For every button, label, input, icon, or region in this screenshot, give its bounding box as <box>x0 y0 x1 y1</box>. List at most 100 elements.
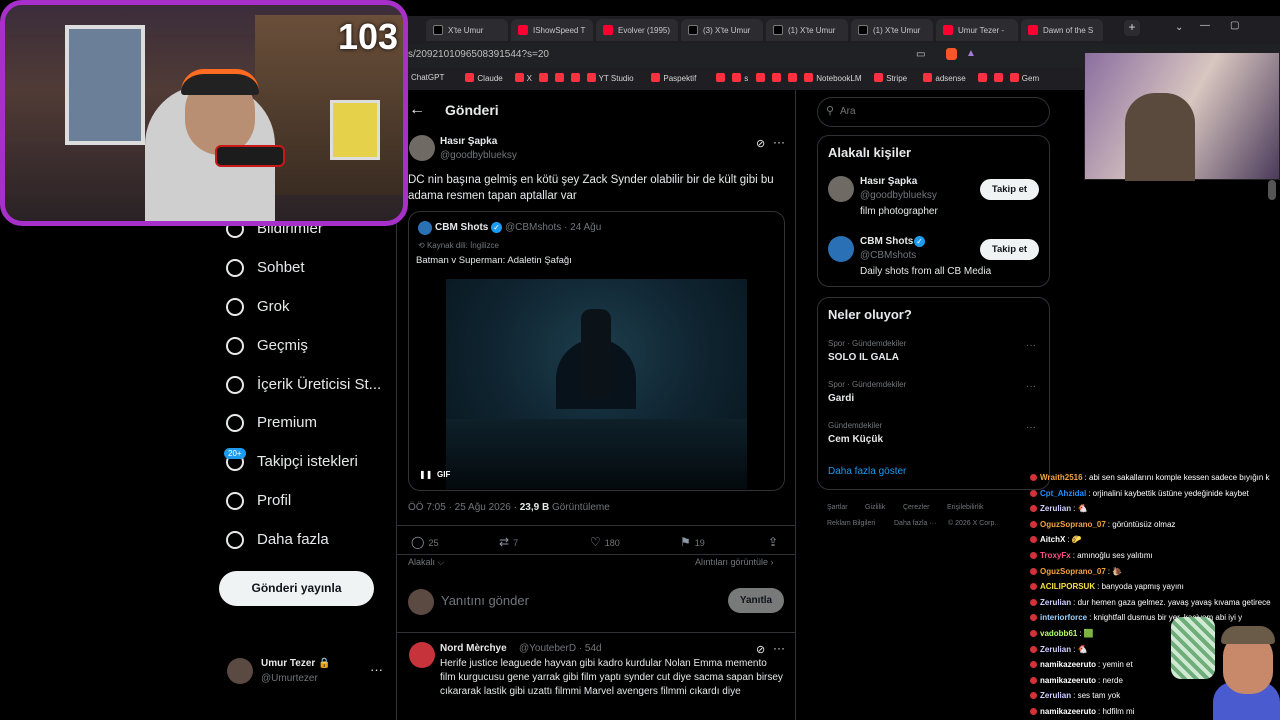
search-placeholder[interactable]: Ara <box>840 106 856 117</box>
view-quotes-link[interactable]: Alıntıları görüntüle › <box>695 557 774 567</box>
footer-link[interactable]: Şartlar <box>827 504 848 511</box>
browser-tab[interactable]: Evolver (1995) <box>596 19 678 41</box>
account-handle[interactable]: @Umurtezer <box>261 673 318 684</box>
bookmark-item[interactable] <box>788 73 800 83</box>
reply-more-icon[interactable]: ··· <box>773 641 785 655</box>
browser-tab[interactable]: X'te Umur <box>426 19 508 41</box>
bookmark-item[interactable]: Stripe <box>874 73 907 83</box>
chat-username[interactable]: OguzSoprano_07 <box>1040 520 1106 529</box>
bookmark-item[interactable]: NotebookLM <box>804 73 862 83</box>
trend-item[interactable]: Gündemdekiler Cem Küçük <box>828 421 883 445</box>
like-action[interactable]: ♡ 180 <box>590 535 620 549</box>
follow-button[interactable]: Takip et <box>980 179 1039 200</box>
reply-button[interactable]: Yanıtla <box>728 588 784 613</box>
bookmark-item[interactable]: Claude <box>465 73 503 83</box>
browser-tab[interactable]: (1) X'te Umur <box>766 19 848 41</box>
bookmark-item[interactable]: YT Studio <box>586 73 634 83</box>
share-action[interactable]: ⇪ <box>768 535 782 549</box>
browser-tab[interactable]: Umur Tezer - <box>936 19 1018 41</box>
footer-link[interactable]: Gizlilik <box>865 504 885 511</box>
quoted-name[interactable]: CBM Shots <box>435 222 488 233</box>
new-tab-button[interactable]: + <box>1124 20 1140 36</box>
url-text[interactable]: s/2092101096508391544?s=20 <box>408 49 549 60</box>
reply-author-avatar[interactable] <box>409 642 435 668</box>
follow-button[interactable]: Takip et <box>980 239 1039 260</box>
author-handle[interactable]: @goodbyblueksy <box>440 150 517 161</box>
brave-shield-icon[interactable] <box>946 48 957 60</box>
grok-icon[interactable]: ⊘ <box>756 643 765 656</box>
chat-username[interactable]: ACILIPORSUK <box>1040 582 1095 591</box>
quoted-avatar[interactable] <box>418 221 432 235</box>
repost-action[interactable]: ⇄ 7 <box>499 535 518 549</box>
scrollbar[interactable] <box>1268 180 1276 200</box>
chat-username[interactable]: vadobb61 <box>1040 629 1077 638</box>
trend-item[interactable]: Spor · Gündemdekiler Gardi <box>828 380 906 404</box>
bookmark-item[interactable] <box>554 73 567 83</box>
chat-username[interactable]: interiorforce <box>1040 613 1087 622</box>
chat-username[interactable]: Zerulian <box>1040 504 1071 513</box>
chat-username[interactable]: Wraith2516 <box>1040 473 1083 482</box>
chat-username[interactable]: namikazeeruto <box>1040 676 1096 685</box>
bookmark-item[interactable] <box>570 73 583 83</box>
browser-tab[interactable]: (1) X'te Umur <box>851 19 933 41</box>
footer-link[interactable]: Erişilebilirlik <box>947 504 984 511</box>
reply-action[interactable]: ◯ 25 <box>411 535 438 549</box>
quoted-gif[interactable] <box>446 279 747 489</box>
bookmark-item[interactable] <box>772 73 784 83</box>
cast-icon[interactable]: ▭ <box>916 49 925 60</box>
chat-username[interactable]: namikazeeruto <box>1040 660 1096 669</box>
bookmark-item[interactable] <box>538 73 551 83</box>
bookmark-action[interactable]: ⚑ 19 <box>680 535 705 549</box>
sort-replies-dropdown[interactable]: Alakalı ⌵ <box>408 557 444 568</box>
chat-username[interactable]: Zerulian <box>1040 598 1071 607</box>
bookmark-item[interactable] <box>977 73 990 83</box>
tab-search-icon[interactable]: ⌄ <box>1175 22 1183 33</box>
trend-more-icon[interactable]: ··· <box>1026 422 1036 433</box>
bookmark-item[interactable] <box>716 73 728 83</box>
footer-link[interactable]: Daha fazla ··· <box>894 520 936 527</box>
chat-username[interactable]: OguzSoprano_07 <box>1040 567 1106 576</box>
trend-more-icon[interactable]: ··· <box>1026 340 1036 351</box>
person-avatar[interactable] <box>828 176 854 202</box>
bookmark-item[interactable] <box>993 73 1006 83</box>
account-name[interactable]: Umur Tezer 🔒 <box>261 658 331 669</box>
author-name[interactable]: Hasır Şapka <box>440 136 497 147</box>
reply-input[interactable]: Yanıtını gönder <box>441 593 529 608</box>
reply-author-name[interactable]: Nord Mèrchye <box>440 643 507 654</box>
post-button[interactable]: Gönderi yayınla <box>219 571 374 606</box>
show-more-link[interactable]: Daha fazla göster <box>828 466 906 477</box>
account-avatar[interactable] <box>227 658 253 684</box>
minimize-icon[interactable]: — <box>1200 20 1210 31</box>
account-more-icon[interactable]: ··· <box>370 662 383 677</box>
bookmark-item[interactable] <box>756 73 768 83</box>
author-avatar[interactable] <box>409 135 435 161</box>
post-more-icon[interactable]: ··· <box>773 135 785 149</box>
chat-username[interactable]: Zerulian <box>1040 691 1071 700</box>
browser-tab[interactable]: IShowSpeed T <box>511 19 593 41</box>
bookmark-item[interactable]: X <box>514 73 532 83</box>
trend-item[interactable]: Spor · Gündemdekiler SOLO IL GALA <box>828 339 906 363</box>
person-name[interactable]: Hasır Şapka <box>860 176 917 187</box>
chat-username[interactable]: AitchX <box>1040 535 1065 544</box>
brave-rewards-icon[interactable]: ▲ <box>966 48 976 59</box>
person-name[interactable]: CBM Shots <box>860 236 913 247</box>
chat-username[interactable]: Zerulian <box>1040 645 1071 654</box>
person-avatar[interactable] <box>828 236 854 262</box>
browser-tab[interactable]: (3) X'te Umur <box>681 19 763 41</box>
back-arrow-icon[interactable]: ← <box>409 101 425 119</box>
bookmark-item[interactable]: Paspektif <box>651 73 696 83</box>
bookmark-item[interactable]: s <box>732 73 748 83</box>
grok-icon[interactable]: ⊘ <box>756 137 765 150</box>
browser-tab[interactable]: Dawn of the S <box>1021 19 1103 41</box>
footer-link[interactable]: Çerezler <box>903 504 929 511</box>
footer-link[interactable]: Reklam Bilgileri <box>827 520 875 527</box>
chat-username[interactable]: TroxyFx <box>1040 551 1071 560</box>
bookmark-item[interactable]: Gem <box>1009 73 1039 83</box>
pause-icon[interactable]: ❚❚ <box>419 470 432 479</box>
bookmark-item[interactable]: ChatGPT <box>411 73 444 82</box>
maximize-icon[interactable]: ▢ <box>1230 20 1239 31</box>
bookmark-item[interactable]: adsense <box>923 73 966 83</box>
chat-username[interactable]: namikazeeruto <box>1040 707 1096 716</box>
trend-more-icon[interactable]: ··· <box>1026 381 1036 392</box>
chat-username[interactable]: Cpt_Ahzidal <box>1040 489 1086 498</box>
